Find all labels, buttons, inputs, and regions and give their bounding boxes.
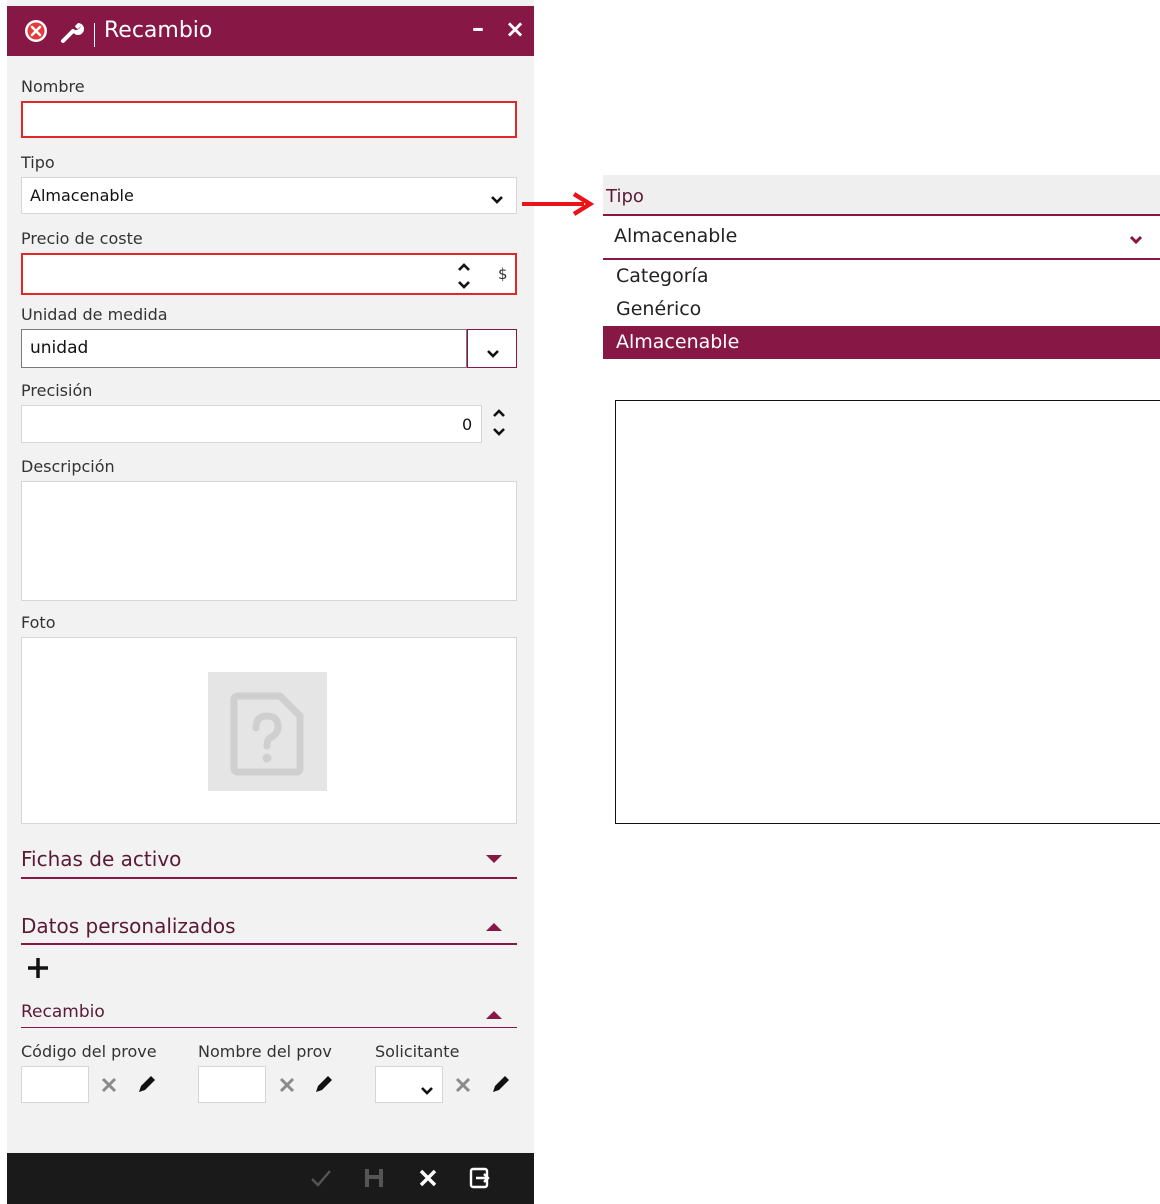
descripcion-textarea[interactable] (21, 481, 517, 601)
option-generico[interactable]: Genérico (603, 293, 1160, 326)
unidad-value: unidad (30, 338, 89, 358)
save-icon[interactable] (363, 1166, 385, 1194)
check-icon[interactable] (309, 1166, 333, 1194)
window-close-button[interactable]: × (505, 15, 525, 43)
unidad-dropdown-button[interactable] (467, 329, 517, 368)
codigo-proveedor-label: Código del prove (21, 1042, 157, 1061)
precio-label: Precio de coste (21, 229, 143, 248)
tipo-label: Tipo (21, 153, 55, 172)
close-icon[interactable] (416, 1166, 440, 1194)
close-circle-icon[interactable] (24, 19, 48, 47)
window-title: Recambio (104, 18, 213, 43)
precision-label: Precisión (21, 381, 93, 400)
caret-up-icon[interactable] (486, 923, 502, 931)
unknown-file-icon (208, 672, 327, 791)
option-almacenable[interactable]: Almacenable (603, 326, 1160, 359)
stepper-down-icon[interactable] (491, 424, 507, 443)
title-separator (94, 23, 95, 47)
datos-section-title[interactable]: Datos personalizados (21, 914, 236, 938)
precision-value: 0 (462, 415, 473, 434)
nombre-proveedor-label: Nombre del prov (198, 1042, 332, 1061)
fichas-section-title[interactable]: Fichas de activo (21, 847, 181, 871)
chevron-down-icon (420, 1081, 434, 1100)
fichas-divider (21, 877, 517, 879)
pencil-icon[interactable] (135, 1073, 157, 1099)
dialog-footer (7, 1153, 534, 1204)
nombre-label: Nombre (21, 77, 85, 96)
recambio-divider (21, 1027, 517, 1028)
foto-label: Foto (21, 613, 56, 632)
clear-icon[interactable] (453, 1075, 473, 1099)
zoom-label-background (603, 175, 1160, 214)
unidad-label: Unidad de medida (21, 305, 168, 324)
caret-down-icon[interactable] (486, 855, 502, 863)
unidad-input[interactable]: unidad (21, 329, 467, 368)
stepper-up-icon[interactable] (491, 405, 507, 424)
nombre-input[interactable] (21, 101, 517, 138)
minimize-button[interactable]: – (472, 14, 484, 42)
zoom-selected-value: Almacenable (614, 225, 738, 247)
zoom-tipo-label: Tipo (606, 186, 644, 207)
chevron-down-icon (486, 344, 500, 363)
chevron-down-icon (1128, 231, 1144, 250)
zoom-tipo-select[interactable]: Almacenable (603, 216, 1160, 258)
solicitante-label: Solicitante (375, 1042, 460, 1061)
recambio-dialog: Recambio – × Nombre Tipo Almacenable Pre… (7, 0, 534, 1204)
add-icon[interactable] (25, 955, 51, 985)
currency-label: $ (498, 265, 508, 283)
clear-icon[interactable] (277, 1075, 297, 1099)
tipo-select[interactable]: Almacenable (21, 177, 517, 214)
exit-icon[interactable] (468, 1166, 492, 1194)
stepper-down-icon[interactable] (456, 276, 472, 295)
pencil-icon[interactable] (489, 1073, 511, 1099)
option-categoria[interactable]: Categoría (603, 260, 1160, 293)
precio-input[interactable]: $ (21, 253, 517, 295)
stepper-up-icon[interactable] (456, 258, 472, 277)
precision-input[interactable]: 0 (21, 405, 482, 443)
recambio-subsection-title[interactable]: Recambio (21, 1002, 105, 1022)
nombre-proveedor-input[interactable] (198, 1066, 266, 1103)
tipo-value: Almacenable (30, 186, 134, 205)
solicitante-select[interactable] (375, 1066, 443, 1103)
title-bar: Recambio – × (7, 6, 534, 56)
pencil-icon[interactable] (312, 1073, 334, 1099)
codigo-proveedor-input[interactable] (21, 1066, 89, 1103)
dropdown-list-panel (615, 400, 1160, 824)
datos-divider (21, 943, 517, 945)
clear-icon[interactable] (99, 1075, 119, 1099)
arrow-right-icon (520, 191, 598, 221)
foto-dropzone[interactable] (21, 637, 517, 824)
descripcion-label: Descripción (21, 457, 115, 476)
caret-up-icon[interactable] (486, 1011, 502, 1019)
chevron-down-icon (490, 190, 504, 209)
wrench-icon (59, 19, 85, 49)
